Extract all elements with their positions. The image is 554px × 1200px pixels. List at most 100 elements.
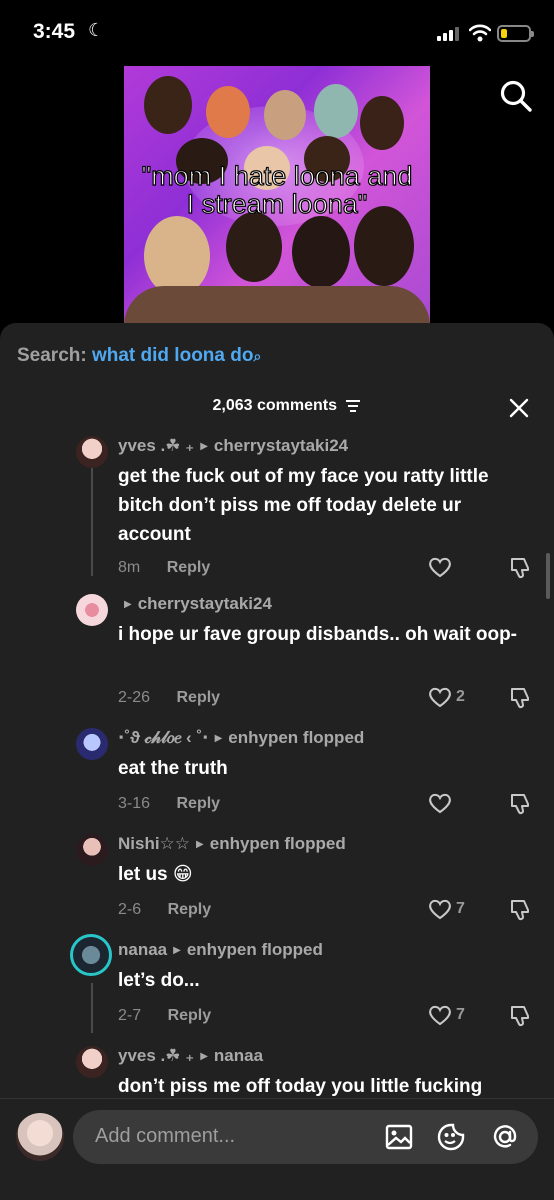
heart-icon — [429, 793, 451, 814]
username[interactable]: ⋅˚ϑ 𝒸𝒽𝓁𝑜𝑒 ‹ ˚⋅ — [118, 728, 209, 747]
like-count: 2 — [456, 688, 465, 705]
dislike-icon[interactable] — [508, 1004, 532, 1028]
heart-icon — [429, 899, 451, 920]
reply-arrow-icon: ▶ — [200, 1051, 208, 1062]
reply-arrow-icon: ▶ — [196, 839, 204, 850]
video-thumbnail[interactable]: "mom I hate loona and I stream loona" — [124, 66, 430, 326]
reply-button[interactable]: Reply — [176, 795, 220, 812]
dislike-icon[interactable] — [508, 792, 532, 816]
my-avatar — [16, 1113, 64, 1161]
comment-item: yves .☘︎ ₊ ▶ cherrystaytaki24 get the fuck… — [0, 436, 554, 586]
comments-count-label: 2,063 comments — [212, 397, 338, 414]
reply-button[interactable]: Reply — [168, 901, 212, 918]
avatar[interactable] — [76, 1046, 108, 1078]
like-button[interactable]: 2 — [428, 686, 480, 710]
emoji-sticker-icon[interactable] — [437, 1123, 465, 1151]
comment-text: let us 😁 — [118, 864, 193, 885]
like-button[interactable] — [428, 556, 480, 580]
like-button[interactable]: 7 — [428, 1004, 480, 1028]
mention-icon[interactable] — [491, 1123, 519, 1151]
like-count: 7 — [456, 900, 465, 917]
reply-button[interactable]: Reply — [168, 1007, 212, 1024]
comment-item: ▶ cherrystaytaki24 i hope ur fave group d… — [0, 594, 554, 714]
comment-time: 2-26 — [118, 689, 151, 706]
avatar[interactable] — [76, 728, 108, 760]
comment-author[interactable]: Nishi☆☆ ▶ enhypen flopped — [118, 834, 346, 854]
comment-text: don’t piss me off today you little fucki… — [118, 1076, 483, 1097]
reply-to-user[interactable]: nanaa — [214, 1046, 263, 1065]
comment-author[interactable]: yves .☘︎ ₊ ▶ nanaa — [118, 1046, 263, 1066]
comment-author[interactable]: yves .☘︎ ₊ ▶ cherrystaytaki24 — [118, 436, 348, 456]
reply-to-user[interactable]: enhypen flopped — [187, 940, 323, 959]
comment-actions: 3-16 Reply — [118, 795, 220, 813]
avatar[interactable] — [70, 934, 112, 976]
reply-to-user[interactable]: enhypen flopped — [210, 834, 346, 853]
comment-item: Nishi☆☆ ▶ enhypen flopped let us 😁 2-6 Rep… — [0, 834, 554, 934]
comment-item: ⋅˚ϑ 𝒸𝒽𝓁𝑜𝑒 ‹ ˚⋅ ▶ enhypen flopped eat the t… — [0, 728, 554, 828]
comment-input[interactable]: Add comment... — [73, 1110, 538, 1164]
comment-time: 3-16 — [118, 795, 151, 812]
avatar[interactable] — [76, 834, 108, 866]
comment-text: eat the truth — [118, 758, 228, 779]
reply-to-user[interactable]: cherrystaytaki24 — [138, 594, 272, 613]
username[interactable]: yves .☘︎ ₊ — [118, 1046, 194, 1065]
like-button[interactable]: 7 — [428, 898, 480, 922]
comment-text: i hope ur fave group disbands.. oh wait … — [118, 624, 518, 645]
comment-time: 2-6 — [118, 901, 142, 918]
comments-count[interactable]: 2,063 comments — [0, 397, 554, 415]
username[interactable]: yves .☘︎ ₊ — [118, 436, 194, 455]
reply-arrow-icon: ▶ — [200, 441, 208, 452]
like-button[interactable] — [428, 792, 480, 816]
scrollbar[interactable] — [546, 553, 550, 599]
video-caption-line-2: I stream loona" — [186, 189, 368, 219]
comment-text: let’s do... — [118, 970, 200, 991]
reply-arrow-icon: ▶ — [173, 945, 181, 956]
reply-to-user[interactable]: cherrystaytaki24 — [214, 436, 348, 455]
comment-author[interactable]: nanaa ▶ enhypen flopped — [118, 940, 323, 960]
search-label: Search: — [17, 345, 87, 366]
reply-arrow-icon: ▶ — [214, 733, 223, 744]
comment-input-placeholder: Add comment... — [95, 1125, 236, 1147]
avatar[interactable] — [76, 436, 108, 468]
comment-composer: Add comment... — [0, 1098, 554, 1200]
username[interactable]: nanaa — [118, 940, 167, 959]
comment-text: get the fuck out of my face you ratty li… — [118, 466, 489, 545]
search-query[interactable]: what did loona do — [92, 345, 253, 366]
dislike-icon[interactable] — [508, 556, 532, 580]
dislike-icon[interactable] — [508, 898, 532, 922]
comment-time: 2-7 — [118, 1007, 142, 1024]
heart-icon — [429, 1005, 451, 1026]
status-bar: 3:45 ☾ — [0, 0, 554, 64]
wifi-icon — [469, 24, 491, 42]
comment-actions: 2-6 Reply — [118, 901, 211, 919]
comment-actions: 2-7 Reply — [118, 1007, 211, 1025]
close-icon[interactable] — [508, 397, 530, 419]
video-caption: "mom I hate loona and I stream loona" — [124, 161, 430, 219]
comment-actions: 2-26 Reply — [118, 689, 220, 707]
heart-icon — [429, 687, 451, 708]
username[interactable]: Nishi☆☆ — [118, 834, 190, 853]
cellular-signal-icon — [437, 27, 459, 41]
do-not-disturb-icon: ☾ — [88, 20, 105, 40]
search-icon[interactable] — [498, 78, 534, 114]
reply-button[interactable]: Reply — [167, 559, 211, 576]
reply-arrow-icon: ▶ — [124, 599, 132, 610]
search-small-icon: ⌕ — [253, 348, 262, 364]
status-time: 3:45 — [33, 20, 76, 43]
video-caption-line-1: "mom I hate loona and — [141, 161, 413, 191]
reply-to-user[interactable]: enhypen flopped — [228, 728, 364, 747]
comment-actions: 8m Reply — [118, 559, 210, 577]
battery-icon — [497, 25, 534, 42]
comment-time: 8m — [118, 559, 141, 576]
sort-filter-icon[interactable] — [345, 399, 361, 413]
comment-author[interactable]: ⋅˚ϑ 𝒸𝒽𝓁𝑜𝑒 ‹ ˚⋅ ▶ enhypen flopped — [118, 728, 364, 748]
comment-author[interactable]: ▶ cherrystaytaki24 — [118, 594, 272, 614]
comment-item: nanaa ▶ enhypen flopped let’s do... 2-7 Re… — [0, 934, 554, 1040]
comment-item: yves .☘︎ ₊ ▶ nanaa don’t piss me off today… — [0, 1046, 554, 1098]
like-count: 7 — [456, 1006, 465, 1023]
dislike-icon[interactable] — [508, 686, 532, 710]
search-suggestion[interactable]: Search: what did loona do⌕ — [17, 345, 261, 367]
reply-button[interactable]: Reply — [176, 689, 220, 706]
image-icon[interactable] — [385, 1123, 413, 1151]
avatar[interactable] — [76, 594, 108, 626]
